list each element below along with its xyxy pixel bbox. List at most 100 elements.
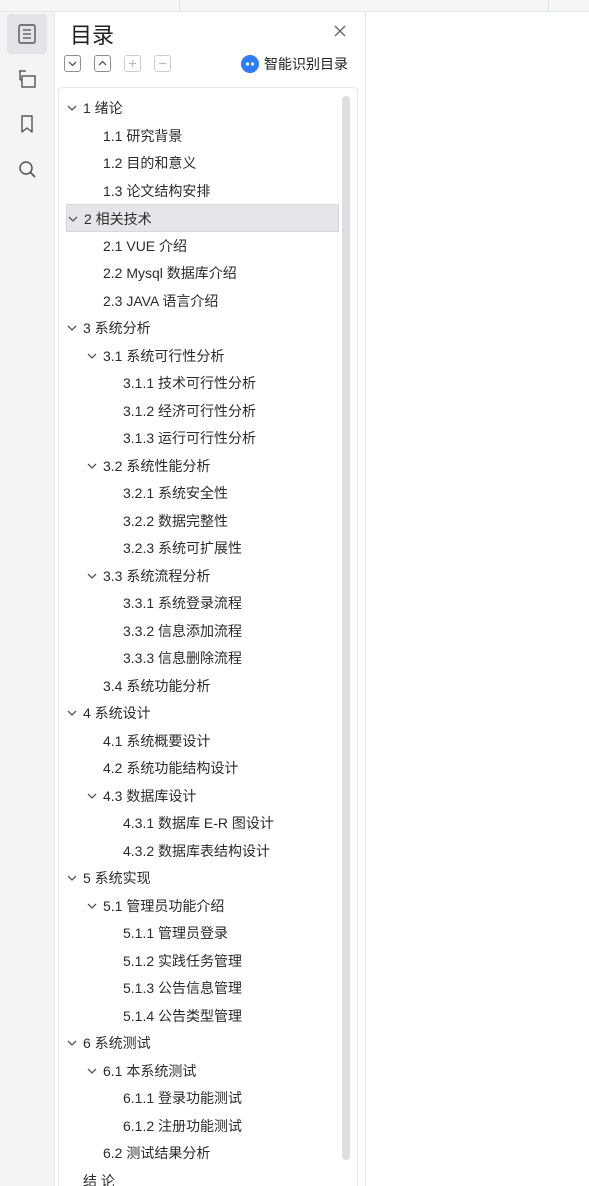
chevron-down-icon[interactable] xyxy=(66,707,78,719)
toc-item-level-2[interactable]: 6.1 本系统测试 xyxy=(66,1057,339,1085)
toc-item-level-1[interactable]: 6 系统测试 xyxy=(66,1029,339,1057)
chevron-down-icon[interactable] xyxy=(66,102,78,114)
toc-item-level-2[interactable]: 1.1 研究背景 xyxy=(66,122,339,150)
toc-item-level-2[interactable]: 1.3 论文结构安排 xyxy=(66,177,339,205)
toc-item-label: 5.1 管理员功能介绍 xyxy=(103,897,225,914)
toc-item-label: 6.2 测试结果分析 xyxy=(103,1145,211,1161)
toc-item-level-2[interactable]: 2.1 VUE 介绍 xyxy=(66,232,339,260)
toc-item-level-3[interactable]: 3.1.1 技术可行性分析 xyxy=(66,369,339,397)
toc-item-level-1[interactable]: 2 相关技术 xyxy=(66,204,339,232)
toc-item-label: 3.2.3 系统可扩展性 xyxy=(123,540,243,556)
chevron-down-icon[interactable] xyxy=(66,872,78,884)
chevron-down-icon[interactable] xyxy=(66,1037,78,1049)
toc-item-level-3[interactable]: 6.1.1 登录功能测试 xyxy=(66,1084,339,1112)
collapse-all-button[interactable] xyxy=(64,55,81,72)
toc-item-label: 3 系统分析 xyxy=(83,320,151,336)
toc-item-label: 3.4 系统功能分析 xyxy=(103,677,211,694)
toc-item-level-1[interactable]: 结 论 xyxy=(66,1167,339,1186)
ruler-segment xyxy=(0,0,180,11)
toc-item-level-2[interactable]: 4.2 系统功能结构设计 xyxy=(66,754,339,782)
document-top-strip xyxy=(0,0,589,12)
expand-all-button[interactable] xyxy=(94,55,111,72)
outline-tree-icon xyxy=(19,70,36,88)
toc-item-level-2[interactable]: 3.4 系统功能分析 xyxy=(66,672,339,700)
toc-item-level-3[interactable]: 5.1.4 公告类型管理 xyxy=(66,1002,339,1030)
add-heading-icon xyxy=(129,60,136,67)
toc-item-level-3[interactable]: 5.1.2 实践任务管理 xyxy=(66,947,339,975)
toc-item-label: 6.1.2 注册功能测试 xyxy=(123,1117,243,1134)
outline-tab-button[interactable] xyxy=(7,59,47,99)
toc-item-level-3[interactable]: 5.1.1 管理员登录 xyxy=(66,919,339,947)
toc-item-label: 3.1.1 技术可行性分析 xyxy=(123,375,257,391)
toc-item-label: 1.1 研究背景 xyxy=(103,127,183,144)
toc-item-label: 1.3 论文结构安排 xyxy=(103,182,211,199)
toc-item-level-2[interactable]: 3.1 系统可行性分析 xyxy=(66,342,339,370)
toc-item-level-3[interactable]: 4.3.2 数据库表结构设计 xyxy=(66,837,339,865)
add-heading-button[interactable] xyxy=(124,55,141,72)
toc-item-level-3[interactable]: 3.2.1 系统安全性 xyxy=(66,479,339,507)
bookmark-icon xyxy=(21,115,33,133)
toc-item-label: 4 系统设计 xyxy=(83,705,151,721)
toc-item-label: 1.2 目的和意义 xyxy=(103,155,197,171)
remove-heading-button[interactable] xyxy=(154,55,171,72)
toc-item-level-3[interactable]: 3.1.3 运行可行性分析 xyxy=(66,424,339,452)
expand-all-icon xyxy=(98,60,107,66)
toc-item-level-3[interactable]: 3.2.2 数据完整性 xyxy=(66,507,339,535)
toc-item-level-2[interactable]: 1.2 目的和意义 xyxy=(66,149,339,177)
toc-item-level-2[interactable]: 2.3 JAVA 语言介绍 xyxy=(66,287,339,315)
toc-item-level-3[interactable]: 3.3.2 信息添加流程 xyxy=(66,617,339,645)
toc-item-label: 5.1.1 管理员登录 xyxy=(123,925,229,941)
toc-item-label: 4.2 系统功能结构设计 xyxy=(103,760,239,776)
chevron-down-icon[interactable] xyxy=(86,570,98,582)
toc-item-label: 4.3 数据库设计 xyxy=(103,787,197,804)
toc-item-level-2[interactable]: 5.1 管理员功能介绍 xyxy=(66,892,339,920)
toc-item-level-1[interactable]: 3 系统分析 xyxy=(66,314,339,342)
chevron-down-icon[interactable] xyxy=(86,1065,98,1077)
toc-item-level-2[interactable]: 4.3 数据库设计 xyxy=(66,782,339,810)
chevron-down-icon[interactable] xyxy=(66,322,78,334)
search-tab-button[interactable] xyxy=(7,149,47,189)
toc-item-level-3[interactable]: 5.1.3 公告信息管理 xyxy=(66,974,339,1002)
toc-scrollbar[interactable] xyxy=(342,96,350,1160)
toc-item-level-3[interactable]: 3.1.2 经济可行性分析 xyxy=(66,397,339,425)
toc-item-level-3[interactable]: 6.1.2 注册功能测试 xyxy=(66,1112,339,1140)
toc-item-label: 6.1 本系统测试 xyxy=(103,1062,197,1079)
panel-title: 目录 xyxy=(70,23,115,48)
toc-item-label: 4.3.1 数据库 E-R 图设计 xyxy=(123,815,274,831)
bookmark-tab-button[interactable] xyxy=(7,104,47,144)
chevron-down-icon[interactable] xyxy=(86,790,98,802)
close-panel-button[interactable] xyxy=(330,21,350,41)
toc-item-level-2[interactable]: 2.2 Mysql 数据库介绍 xyxy=(66,259,339,287)
toc-item-label: 5.1.4 公告类型管理 xyxy=(123,1007,243,1024)
chevron-down-icon[interactable] xyxy=(86,460,98,472)
toc-item-level-1[interactable]: 4 系统设计 xyxy=(66,699,339,727)
toc-item-level-2[interactable]: 6.2 测试结果分析 xyxy=(66,1139,339,1167)
chevron-down-icon[interactable] xyxy=(86,900,98,912)
toc-item-label: 3.2 系统性能分析 xyxy=(103,457,211,474)
toc-item-label: 3.2.1 系统安全性 xyxy=(123,485,229,501)
toc-toolbar: 智能识别目录 xyxy=(64,55,364,75)
toc-item-label: 2 相关技术 xyxy=(84,211,152,227)
toc-item-label: 2.1 VUE 介绍 xyxy=(103,237,188,254)
toc-item-level-1[interactable]: 5 系统实现 xyxy=(66,864,339,892)
toc-item-level-3[interactable]: 3.3.3 信息删除流程 xyxy=(66,644,339,672)
toc-item-label: 4.1 系统概要设计 xyxy=(103,732,211,749)
chevron-down-icon[interactable] xyxy=(86,350,98,362)
toc-item-label: 6.1.1 登录功能测试 xyxy=(123,1090,243,1106)
toc-item-level-1[interactable]: 1 绪论 xyxy=(66,94,339,122)
toc-item-level-3[interactable]: 3.2.3 系统可扩展性 xyxy=(66,534,339,562)
toc-tab-button[interactable] xyxy=(7,14,47,54)
smart-toc-button[interactable]: 智能识别目录 xyxy=(241,54,348,74)
chevron-down-icon[interactable] xyxy=(67,213,79,225)
toc-item-label: 2.2 Mysql 数据库介绍 xyxy=(103,265,237,281)
toc-item-label: 3.2.2 数据完整性 xyxy=(123,512,229,529)
toc-item-level-3[interactable]: 4.3.1 数据库 E-R 图设计 xyxy=(66,809,339,837)
toc-item-level-2[interactable]: 3.3 系统流程分析 xyxy=(66,562,339,590)
toc-item-label: 1 绪论 xyxy=(83,100,123,116)
toc-item-level-2[interactable]: 3.2 系统性能分析 xyxy=(66,452,339,480)
toc-item-level-3[interactable]: 3.3.1 系统登录流程 xyxy=(66,589,339,617)
toc-item-level-2[interactable]: 4.1 系统概要设计 xyxy=(66,727,339,755)
toc-item-label: 5 系统实现 xyxy=(83,870,151,886)
toc-item-label: 5.1.3 公告信息管理 xyxy=(123,980,243,996)
remove-heading-icon xyxy=(159,62,166,65)
